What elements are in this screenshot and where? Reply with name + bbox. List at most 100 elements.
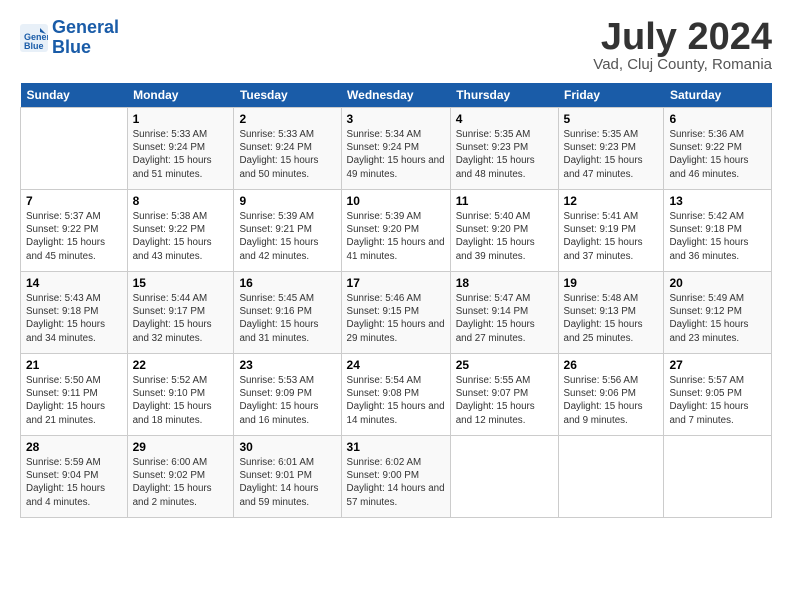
calendar-cell: 18 Sunrise: 5:47 AM Sunset: 9:14 PM Dayli… <box>450 272 558 354</box>
day-number: 17 <box>347 276 445 290</box>
calendar-cell <box>664 436 772 518</box>
day-info: Sunrise: 5:46 AM Sunset: 9:15 PM Dayligh… <box>347 292 445 345</box>
day-info: Sunrise: 6:02 AM Sunset: 9:00 PM Dayligh… <box>347 456 445 509</box>
day-info: Sunrise: 6:01 AM Sunset: 9:01 PM Dayligh… <box>239 456 335 509</box>
calendar-cell: 28Sunrise: 5:59 AM Sunset: 9:04 PM Dayli… <box>21 436 128 518</box>
logo: General Blue General Blue <box>20 18 119 58</box>
calendar-cell: 7Sunrise: 5:37 AM Sunset: 9:22 PM Daylig… <box>21 190 128 272</box>
calendar-table: Sunday Monday Tuesday Wednesday Thursday… <box>20 83 772 518</box>
day-info: Sunrise: 5:40 AM Sunset: 9:20 PM Dayligh… <box>456 210 553 263</box>
day-number: 23 <box>239 358 335 372</box>
calendar-week-3: 14 Sunrise: 5:43 AM Sunset: 9:18 PM Dayli… <box>21 272 772 354</box>
day-info: Sunrise: 5:50 AM Sunset: 9:11 PM Dayligh… <box>26 374 122 427</box>
day-info: Sunrise: 5:38 AM Sunset: 9:22 PM Dayligh… <box>133 210 229 263</box>
day-info: Sunrise: 5:41 AM Sunset: 9:19 PM Dayligh… <box>564 210 659 263</box>
day-number: 6 <box>669 112 766 126</box>
col-thursday: Thursday <box>450 83 558 108</box>
day-number: 5 <box>564 112 659 126</box>
header-row: Sunday Monday Tuesday Wednesday Thursday… <box>21 83 772 108</box>
calendar-cell: 22Sunrise: 5:52 AM Sunset: 9:10 PM Dayli… <box>127 354 234 436</box>
calendar-cell: 3Sunrise: 5:34 AM Sunset: 9:24 PM Daylig… <box>341 108 450 190</box>
day-info: Sunrise: 5:37 AM Sunset: 9:22 PM Dayligh… <box>26 210 122 263</box>
day-number: 24 <box>347 358 445 372</box>
calendar-cell: 8 Sunrise: 5:38 AM Sunset: 9:22 PM Daylig… <box>127 190 234 272</box>
day-number: 10 <box>347 194 445 208</box>
logo-icon: General Blue <box>20 24 48 52</box>
page: General Blue General Blue July 2024 Vad,… <box>0 0 792 530</box>
calendar-cell: 12 Sunrise: 5:41 AM Sunset: 9:19 PM Dayli… <box>558 190 664 272</box>
day-info: Sunrise: 5:48 AM Sunset: 9:13 PM Dayligh… <box>564 292 659 345</box>
day-info: Sunrise: 5:39 AM Sunset: 9:20 PM Dayligh… <box>347 210 445 263</box>
day-info: Sunrise: 5:57 AM Sunset: 9:05 PM Dayligh… <box>669 374 766 427</box>
day-number: 25 <box>456 358 553 372</box>
day-number: 13 <box>669 194 766 208</box>
day-number: 27 <box>669 358 766 372</box>
calendar-cell: 16Sunrise: 5:45 AM Sunset: 9:16 PM Dayli… <box>234 272 341 354</box>
day-number: 31 <box>347 440 445 454</box>
day-number: 14 <box>26 276 122 290</box>
day-info: Sunrise: 5:33 AM Sunset: 9:24 PM Dayligh… <box>133 128 229 181</box>
calendar-week-5: 28Sunrise: 5:59 AM Sunset: 9:04 PM Dayli… <box>21 436 772 518</box>
calendar-cell: 11 Sunrise: 5:40 AM Sunset: 9:20 PM Dayli… <box>450 190 558 272</box>
day-number: 12 <box>564 194 659 208</box>
day-info: Sunrise: 5:49 AM Sunset: 9:12 PM Dayligh… <box>669 292 766 345</box>
day-info: Sunrise: 6:00 AM Sunset: 9:02 PM Dayligh… <box>133 456 229 509</box>
col-friday: Friday <box>558 83 664 108</box>
calendar-cell: 17 Sunrise: 5:46 AM Sunset: 9:15 PM Dayli… <box>341 272 450 354</box>
day-info: Sunrise: 5:35 AM Sunset: 9:23 PM Dayligh… <box>564 128 659 181</box>
calendar-cell: 23 Sunrise: 5:53 AM Sunset: 9:09 PM Dayli… <box>234 354 341 436</box>
day-number: 21 <box>26 358 122 372</box>
day-number: 26 <box>564 358 659 372</box>
day-info: Sunrise: 5:56 AM Sunset: 9:06 PM Dayligh… <box>564 374 659 427</box>
calendar-cell: 20 Sunrise: 5:49 AM Sunset: 9:12 PM Dayli… <box>664 272 772 354</box>
col-sunday: Sunday <box>21 83 128 108</box>
day-info: Sunrise: 5:47 AM Sunset: 9:14 PM Dayligh… <box>456 292 553 345</box>
calendar-cell: 30 Sunrise: 6:01 AM Sunset: 9:01 PM Dayli… <box>234 436 341 518</box>
calendar-cell: 6 Sunrise: 5:36 AM Sunset: 9:22 PM Daylig… <box>664 108 772 190</box>
day-number: 1 <box>133 112 229 126</box>
col-monday: Monday <box>127 83 234 108</box>
calendar-week-4: 21 Sunrise: 5:50 AM Sunset: 9:11 PM Dayli… <box>21 354 772 436</box>
calendar-cell: 15Sunrise: 5:44 AM Sunset: 9:17 PM Dayli… <box>127 272 234 354</box>
day-info: Sunrise: 5:34 AM Sunset: 9:24 PM Dayligh… <box>347 128 445 181</box>
calendar-cell: 5 Sunrise: 5:35 AM Sunset: 9:23 PM Daylig… <box>558 108 664 190</box>
header: General Blue General Blue July 2024 Vad,… <box>20 18 772 73</box>
calendar-cell: 31 Sunrise: 6:02 AM Sunset: 9:00 PM Dayli… <box>341 436 450 518</box>
calendar-cell: 25Sunrise: 5:55 AM Sunset: 9:07 PM Dayli… <box>450 354 558 436</box>
calendar-cell <box>450 436 558 518</box>
day-info: Sunrise: 5:54 AM Sunset: 9:08 PM Dayligh… <box>347 374 445 427</box>
day-info: Sunrise: 5:43 AM Sunset: 9:18 PM Dayligh… <box>26 292 122 345</box>
day-info: Sunrise: 5:36 AM Sunset: 9:22 PM Dayligh… <box>669 128 766 181</box>
title-area: July 2024 Vad, Cluj County, Romania <box>593 18 772 73</box>
calendar-cell: 24 Sunrise: 5:54 AM Sunset: 9:08 PM Dayli… <box>341 354 450 436</box>
day-number: 16 <box>239 276 335 290</box>
day-number: 4 <box>456 112 553 126</box>
calendar-cell: 14 Sunrise: 5:43 AM Sunset: 9:18 PM Dayli… <box>21 272 128 354</box>
calendar-cell <box>558 436 664 518</box>
calendar-cell <box>21 108 128 190</box>
day-info: Sunrise: 5:35 AM Sunset: 9:23 PM Dayligh… <box>456 128 553 181</box>
day-info: Sunrise: 5:39 AM Sunset: 9:21 PM Dayligh… <box>239 210 335 263</box>
day-info: Sunrise: 5:33 AM Sunset: 9:24 PM Dayligh… <box>239 128 335 181</box>
col-tuesday: Tuesday <box>234 83 341 108</box>
day-number: 22 <box>133 358 229 372</box>
day-number: 19 <box>564 276 659 290</box>
calendar-body: 1 Sunrise: 5:33 AM Sunset: 9:24 PM Daylig… <box>21 108 772 518</box>
day-number: 11 <box>456 194 553 208</box>
calendar-cell: 21 Sunrise: 5:50 AM Sunset: 9:11 PM Dayli… <box>21 354 128 436</box>
calendar-week-1: 1 Sunrise: 5:33 AM Sunset: 9:24 PM Daylig… <box>21 108 772 190</box>
calendar-cell: 9Sunrise: 5:39 AM Sunset: 9:21 PM Daylig… <box>234 190 341 272</box>
day-number: 18 <box>456 276 553 290</box>
day-number: 8 <box>133 194 229 208</box>
col-saturday: Saturday <box>664 83 772 108</box>
calendar-cell: 29 Sunrise: 6:00 AM Sunset: 9:02 PM Dayli… <box>127 436 234 518</box>
calendar-cell: 1 Sunrise: 5:33 AM Sunset: 9:24 PM Daylig… <box>127 108 234 190</box>
day-info: Sunrise: 5:53 AM Sunset: 9:09 PM Dayligh… <box>239 374 335 427</box>
day-number: 30 <box>239 440 335 454</box>
day-number: 29 <box>133 440 229 454</box>
col-wednesday: Wednesday <box>341 83 450 108</box>
day-number: 20 <box>669 276 766 290</box>
day-info: Sunrise: 5:59 AM Sunset: 9:04 PM Dayligh… <box>26 456 122 509</box>
calendar-cell: 26 Sunrise: 5:56 AM Sunset: 9:06 PM Dayli… <box>558 354 664 436</box>
calendar-cell: 2Sunrise: 5:33 AM Sunset: 9:24 PM Daylig… <box>234 108 341 190</box>
